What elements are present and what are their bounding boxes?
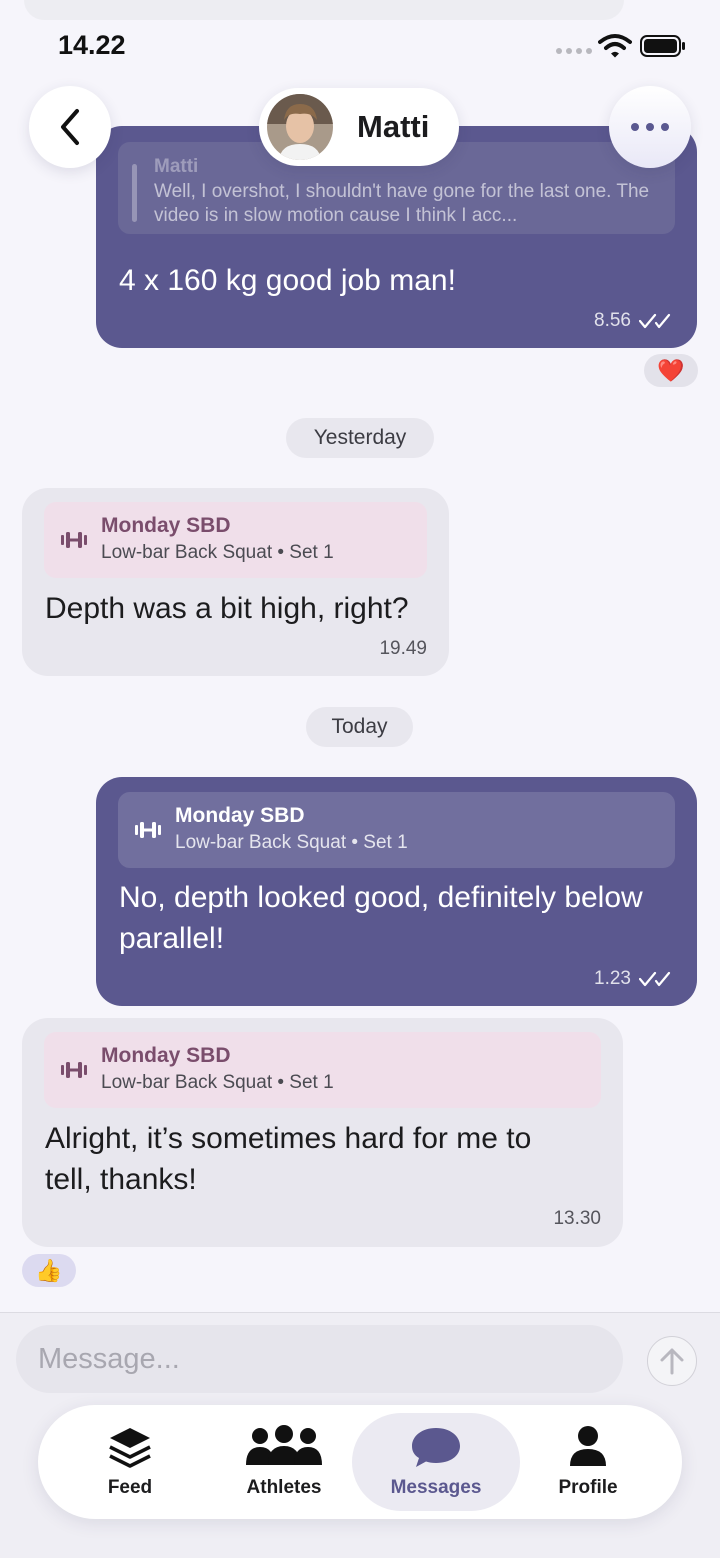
date-separator: Today [306,707,413,747]
workout-subtitle: Low-bar Back Squat • Set 1 [101,542,334,563]
message-time: 1.23 [594,968,631,989]
message-time: 8.56 [594,310,631,331]
send-button[interactable] [647,1336,697,1386]
ellipsis-icon [631,123,669,131]
tab-bar: Feed Athletes Messages Profile [38,1405,682,1519]
arrow-up-icon [660,1348,684,1375]
workout-subtitle: Low-bar Back Squat • Set 1 [175,832,408,853]
contact-name: Matti [357,109,430,144]
quote-bar [132,164,137,222]
message-text: Depth was a bit high, right? [45,592,409,625]
status-time: 14.22 [58,30,126,60]
message-meta: 1.23 [594,968,675,990]
date-separator-label: Yesterday [313,426,407,449]
message-text: No, depth looked good, definitely below … [119,881,643,955]
tab-label: Feed [107,1477,153,1498]
message-bubble-incoming[interactable]: Monday SBD Low-bar Back Squat • Set 1 Al… [22,1018,623,1247]
tab-label: Profile [558,1477,618,1498]
message-bubble-incoming[interactable]: Monday SBD Low-bar Back Squat • Set 1 De… [22,488,449,676]
workout-title: Monday SBD [175,804,305,827]
workout-title: Monday SBD [101,514,231,537]
tab-messages[interactable]: Messages [352,1405,520,1519]
message-meta: 8.56 [594,310,675,332]
message-bubble-outgoing[interactable]: Monday SBD Low-bar Back Squat • Set 1 No… [96,777,697,1006]
dumbbell-icon [61,1062,87,1078]
message-meta: 19.49 [379,638,427,660]
cellular-signal-icon [556,48,592,54]
battery-icon [640,35,685,57]
chat-bubble-icon [412,1428,460,1467]
quote-text: Well, I overshot, I shouldn't have gone … [154,181,650,226]
tab-feed[interactable]: Feed [55,1405,205,1519]
tab-label: Messages [390,1477,482,1498]
tab-profile[interactable]: Profile [513,1405,663,1519]
thumbs-up-emoji: 👍 [35,1257,63,1283]
double-check-icon [639,313,671,329]
workout-reference-card[interactable]: Monday SBD Low-bar Back Squat • Set 1 [44,1032,601,1108]
message-time: 13.30 [553,1208,601,1229]
reaction-thumbs-up[interactable]: 👍 [22,1254,76,1287]
message-input[interactable] [16,1325,623,1393]
layers-icon [109,1428,151,1468]
date-separator: Yesterday [286,418,434,458]
dumbbell-icon [61,532,87,548]
message-text: Alright, it’s sometimes hard for me to t… [45,1122,532,1196]
double-check-icon [639,971,671,987]
status-bar: 14.22 [0,0,720,80]
chevron-left-icon [61,109,79,145]
workout-reference-card[interactable]: Monday SBD Low-bar Back Squat • Set 1 [44,502,427,578]
message-meta: 13.30 [553,1208,601,1230]
avatar [267,94,333,160]
tab-label: Athletes [246,1477,322,1498]
person-icon [570,1426,606,1466]
people-icon [246,1425,322,1465]
dumbbell-icon [135,822,161,838]
more-options-button[interactable] [609,86,691,168]
quote-author: Matti [154,156,199,177]
workout-subtitle: Low-bar Back Squat • Set 1 [101,1072,334,1093]
back-button[interactable] [29,86,111,168]
wifi-icon [598,34,632,58]
reaction-heart[interactable]: ❤️ [644,354,698,387]
workout-reference-card[interactable]: Monday SBD Low-bar Back Squat • Set 1 [118,792,675,868]
tab-athletes[interactable]: Athletes [209,1405,359,1519]
message-time: 19.49 [379,638,427,659]
message-text: 4 x 160 kg good job man! [119,264,456,297]
contact-header[interactable]: Matti [259,88,459,166]
date-separator-label: Today [331,715,388,738]
heart-emoji: ❤️ [657,357,685,383]
workout-title: Monday SBD [101,1044,231,1067]
